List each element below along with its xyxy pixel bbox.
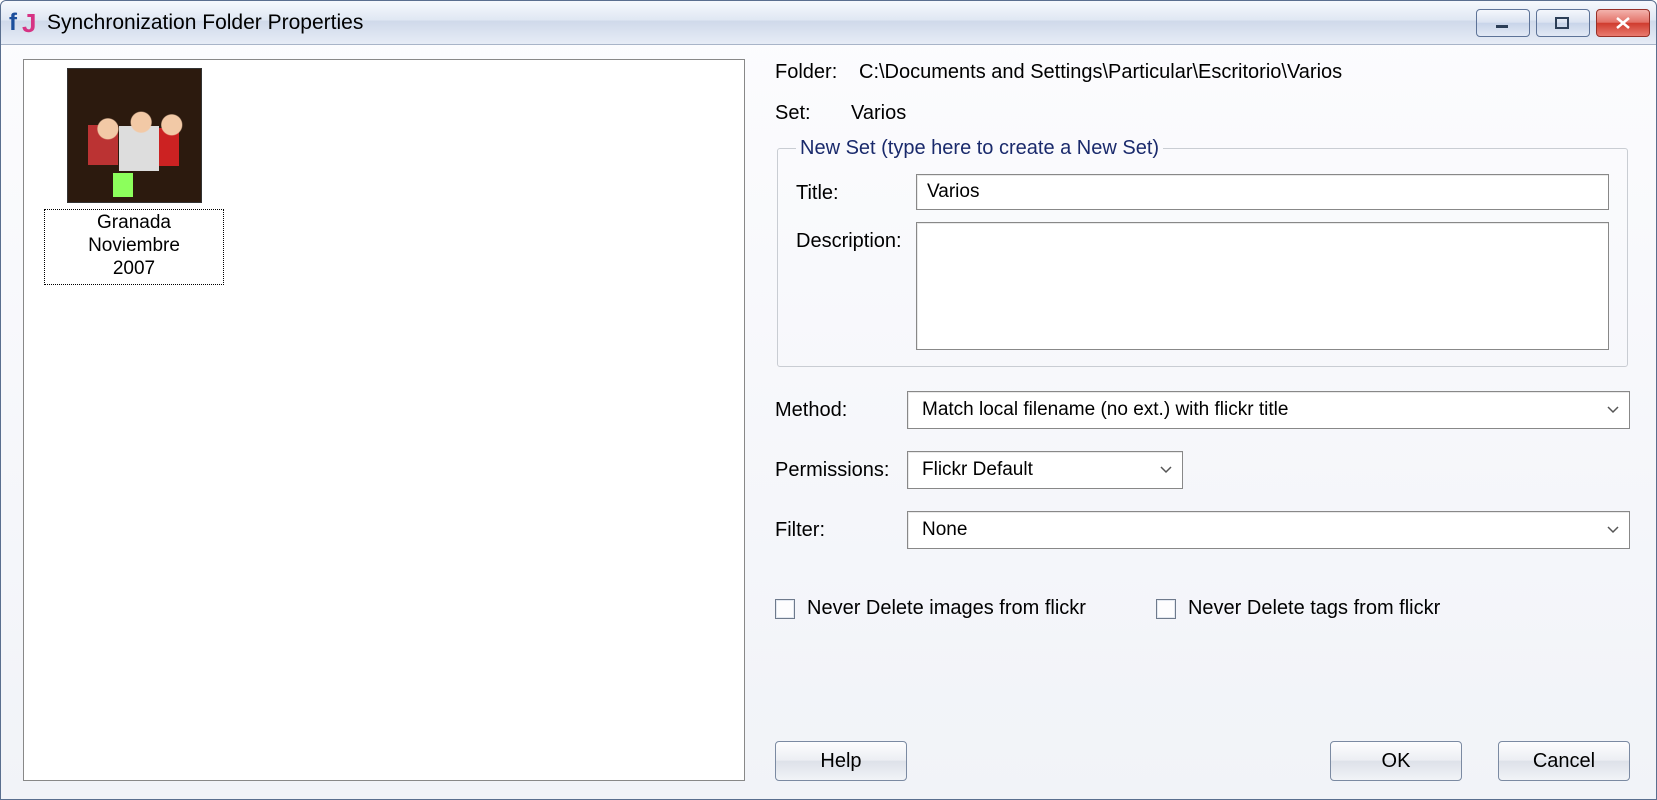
permissions-row: Permissions: Flickr Default xyxy=(775,451,1630,489)
titlebar: fJ Synchronization Folder Properties xyxy=(1,1,1656,45)
window-controls xyxy=(1476,9,1650,37)
never-delete-tags-checkbox[interactable]: Never Delete tags from flickr xyxy=(1156,597,1440,620)
method-value: Match local filename (no ext.) with flic… xyxy=(918,399,1288,421)
set-value: Varios xyxy=(851,102,906,125)
title-label: Title: xyxy=(796,174,904,205)
thumbnail-image xyxy=(67,68,202,203)
set-row: Set: Varios xyxy=(775,102,1630,125)
window-title: Synchronization Folder Properties xyxy=(47,11,1476,35)
close-icon xyxy=(1614,16,1632,30)
properties-pane: Folder: C:\Documents and Settings\Partic… xyxy=(775,59,1636,781)
filter-row: Filter: None xyxy=(775,511,1630,549)
permissions-label: Permissions: xyxy=(775,451,895,482)
filter-label: Filter: xyxy=(775,511,895,542)
content: Granada Noviembre 2007 Folder: C:\Docume… xyxy=(1,45,1656,799)
app-icon: fJ xyxy=(9,9,37,37)
checkbox-icon xyxy=(775,599,795,619)
never-delete-images-label: Never Delete images from flickr xyxy=(807,597,1086,620)
description-row: Description: xyxy=(796,222,1609,350)
thumbnail-pane[interactable]: Granada Noviembre 2007 xyxy=(23,59,745,781)
method-label: Method: xyxy=(775,391,895,422)
description-input[interactable] xyxy=(916,222,1609,350)
filter-select[interactable]: None xyxy=(907,511,1630,549)
method-select[interactable]: Match local filename (no ext.) with flic… xyxy=(907,391,1630,429)
folder-value: C:\Documents and Settings\Particular\Esc… xyxy=(859,61,1342,84)
never-delete-tags-label: Never Delete tags from flickr xyxy=(1188,597,1440,620)
ok-button[interactable]: OK xyxy=(1330,741,1462,781)
thumbnail-caption[interactable]: Granada Noviembre 2007 xyxy=(44,209,224,285)
filter-value: None xyxy=(918,519,967,541)
permissions-select[interactable]: Flickr Default xyxy=(907,451,1183,489)
new-set-group: New Set (type here to create a New Set) … xyxy=(777,137,1628,367)
never-delete-images-checkbox[interactable]: Never Delete images from flickr xyxy=(775,597,1086,620)
help-button[interactable]: Help xyxy=(775,741,907,781)
cancel-button[interactable]: Cancel xyxy=(1498,741,1630,781)
new-set-legend: New Set (type here to create a New Set) xyxy=(796,137,1163,160)
button-row: Help OK Cancel xyxy=(775,711,1630,781)
minimize-button[interactable] xyxy=(1476,9,1530,37)
thumbnail-item[interactable]: Granada Noviembre 2007 xyxy=(44,68,224,285)
close-button[interactable] xyxy=(1596,9,1650,37)
set-label: Set: xyxy=(775,102,859,125)
chevron-down-icon xyxy=(1154,458,1178,482)
folder-label: Folder: xyxy=(775,61,859,84)
checkbox-row: Never Delete images from flickr Never De… xyxy=(775,597,1630,620)
ok-button-label: OK xyxy=(1382,750,1411,773)
title-input[interactable] xyxy=(916,174,1609,210)
maximize-button[interactable] xyxy=(1536,9,1590,37)
cancel-button-label: Cancel xyxy=(1533,750,1595,773)
chevron-down-icon xyxy=(1601,518,1625,542)
description-label: Description: xyxy=(796,222,904,253)
help-button-label: Help xyxy=(820,750,861,773)
chevron-down-icon xyxy=(1601,398,1625,422)
window: fJ Synchronization Folder Properties Gra… xyxy=(0,0,1657,800)
method-row: Method: Match local filename (no ext.) w… xyxy=(775,391,1630,429)
minimize-icon xyxy=(1494,16,1512,30)
checkbox-icon xyxy=(1156,599,1176,619)
permissions-value: Flickr Default xyxy=(918,459,1033,481)
maximize-icon xyxy=(1554,16,1572,30)
folder-row: Folder: C:\Documents and Settings\Partic… xyxy=(775,61,1630,84)
title-row: Title: xyxy=(796,174,1609,210)
